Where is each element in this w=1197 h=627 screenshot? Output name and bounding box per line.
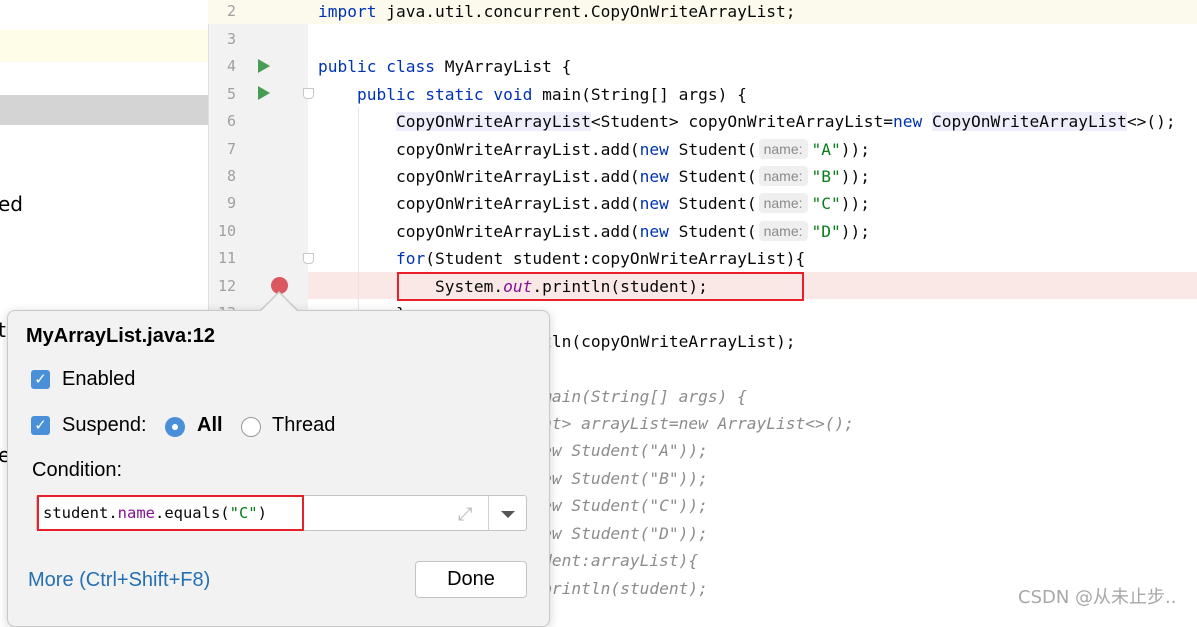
- code-token: new: [893, 112, 923, 132]
- line-number[interactable]: 12: [208, 273, 236, 300]
- code-token: new: [639, 221, 669, 241]
- annotation-box: [37, 495, 304, 531]
- code-token: copyOnWriteArrayList.add(: [318, 166, 640, 186]
- code-token: new: [639, 139, 669, 159]
- code-token: "B": [811, 166, 841, 186]
- watermark: CSDN @从未止步..: [1018, 587, 1177, 608]
- code-token: Student(: [668, 221, 757, 241]
- run-icon[interactable]: [258, 86, 270, 100]
- code-line[interactable]: copyOnWriteArrayList.add(new Student(nam…: [318, 190, 870, 217]
- highlighted-row: [0, 30, 208, 62]
- parameter-hint: name:: [758, 193, 808, 214]
- code-token: ));: [840, 221, 870, 241]
- line-number[interactable]: 5: [208, 81, 236, 108]
- code-token: for: [395, 249, 426, 269]
- code-token: new: [639, 194, 669, 214]
- code-token: main(String[] args) {: [532, 84, 747, 104]
- suspend-label: Suspend:: [62, 414, 147, 436]
- parameter-hint: name:: [758, 138, 808, 159]
- suspend-thread-radio[interactable]: [241, 417, 261, 437]
- code-token: copyOnWriteArrayList.add(: [318, 139, 640, 159]
- condition-label: Condition:: [32, 459, 123, 481]
- suspend-all-label[interactable]: All: [197, 414, 223, 437]
- code-line[interactable]: copyOnWriteArrayList.add(new Student(nam…: [318, 136, 870, 163]
- code-token: Student(: [668, 139, 757, 159]
- code-token: MyArrayList {: [434, 57, 572, 77]
- panel-text: t: [0, 318, 6, 342]
- suspend-all-radio[interactable]: [165, 417, 185, 437]
- parameter-hint: name:: [758, 165, 808, 186]
- code-line[interactable]: public class MyArrayList {: [318, 53, 571, 80]
- done-button[interactable]: Done: [415, 561, 527, 598]
- line-number[interactable]: 2: [208, 0, 236, 26]
- annotation-box: [397, 272, 804, 301]
- enabled-checkbox[interactable]: ✓: [31, 370, 50, 389]
- run-icon[interactable]: [258, 59, 270, 73]
- code-token: Student(: [668, 166, 757, 186]
- code-token: (Student student:copyOnWriteArrayList){: [425, 249, 806, 269]
- code-token: "D": [811, 221, 841, 241]
- code-token: public static void: [356, 84, 533, 104]
- line-number[interactable]: 8: [208, 163, 236, 190]
- breakpoint-popup: MyArrayList.java:12 ✓ Enabled ✓ Suspend:…: [7, 310, 550, 627]
- code-token: <>();: [1126, 112, 1176, 132]
- suspend-thread-label[interactable]: Thread: [272, 414, 335, 437]
- suspend-checkbox[interactable]: ✓: [31, 416, 50, 435]
- code-token: copyOnWriteArrayList.add(: [318, 221, 640, 241]
- code-token: copyOnWriteArrayList.add(: [318, 194, 640, 214]
- code-token: CopyOnWriteArrayList: [395, 112, 591, 132]
- enabled-label: Enabled: [62, 368, 136, 390]
- code-token: ));: [840, 166, 870, 186]
- line-number[interactable]: 6: [208, 108, 236, 135]
- code-token: public class: [318, 57, 435, 77]
- fold-icon[interactable]: [303, 253, 314, 264]
- code-token: "A": [811, 139, 841, 159]
- code-token: "C": [811, 194, 841, 214]
- fold-icon[interactable]: [303, 88, 314, 99]
- code-token: java.util.concurrent.CopyOnWriteArrayLis…: [376, 2, 796, 22]
- code-line[interactable]: CopyOnWriteArrayList<Student> copyOnWrit…: [318, 108, 1176, 135]
- code-line[interactable]: import java.util.concurrent.CopyOnWriteA…: [318, 0, 796, 26]
- code-token: ));: [840, 139, 870, 159]
- line-number[interactable]: 7: [208, 136, 236, 163]
- code-line[interactable]: copyOnWriteArrayList.add(new Student(nam…: [318, 218, 870, 245]
- check-icon: ✓: [34, 417, 47, 434]
- history-dropdown-button[interactable]: [488, 496, 526, 530]
- line-number[interactable]: 9: [208, 190, 236, 217]
- panel-text: ed: [0, 192, 23, 216]
- check-icon: ✓: [34, 371, 47, 388]
- code-line[interactable]: public static void main(String[] args) {: [318, 81, 747, 108]
- expand-icon[interactable]: ⤢: [458, 504, 472, 525]
- code-token: import: [318, 2, 377, 22]
- line-number[interactable]: 11: [208, 245, 236, 272]
- line-number[interactable]: 4: [208, 53, 236, 80]
- code-token: CopyOnWriteArrayList: [932, 112, 1127, 132]
- code-token: new: [639, 166, 669, 186]
- condition-input[interactable]: student.name.equals("C") ⤢: [36, 495, 527, 531]
- popup-title: MyArrayList.java:12: [26, 325, 215, 347]
- line-number[interactable]: 10: [208, 218, 236, 245]
- more-link[interactable]: More (Ctrl+Shift+F8): [28, 569, 210, 592]
- popup-arrow: [261, 293, 297, 311]
- code-token: Student(: [668, 194, 757, 214]
- code-token: ));: [840, 194, 870, 214]
- code-token: <Student> copyOnWriteArrayList=: [590, 112, 894, 132]
- line-number[interactable]: 3: [208, 26, 236, 53]
- code-line[interactable]: copyOnWriteArrayList.add(new Student(nam…: [318, 163, 870, 190]
- parameter-hint: name:: [758, 220, 808, 241]
- selected-row[interactable]: [0, 95, 208, 125]
- code-line[interactable]: for(Student student:copyOnWriteArrayList…: [318, 245, 805, 272]
